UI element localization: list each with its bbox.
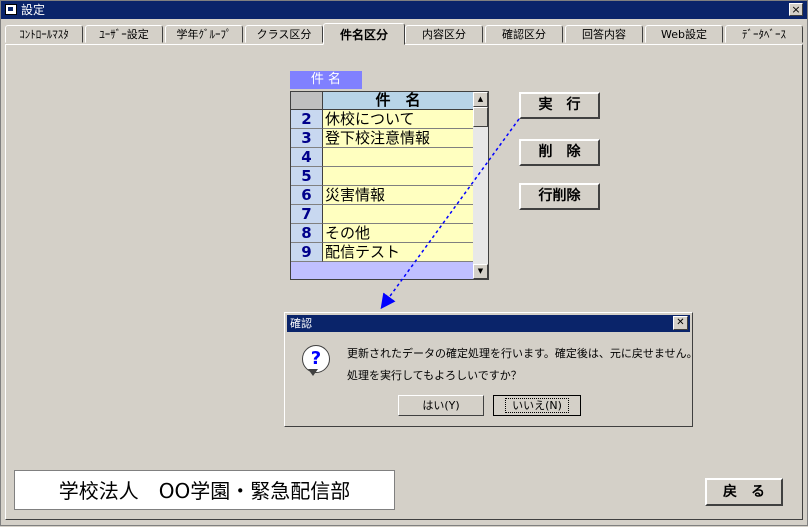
table-row[interactable]: 9 配信テスト	[291, 243, 473, 262]
dialog-title: 確認	[290, 317, 312, 330]
delete-row-button[interactable]: 行削除	[519, 183, 600, 210]
settings-window: 設定 × ｺﾝﾄﾛｰﾙﾏｽﾀ ﾕｰｻﾞｰ設定 学年ｸﾞﾙｰﾌﾟ クラス区分 件名…	[0, 0, 808, 526]
subject-cell[interactable]: 休校について	[323, 110, 473, 129]
row-number: 8	[291, 224, 323, 243]
no-button-label: いいえ(N)	[505, 398, 569, 413]
dialog-close-icon[interactable]: ✕	[673, 316, 688, 330]
subject-cell[interactable]: 災害情報	[323, 186, 473, 205]
subject-cell[interactable]	[323, 205, 473, 224]
subject-cell[interactable]	[323, 148, 473, 167]
table-row[interactable]: 4	[291, 148, 473, 167]
confirm-dialog: 確認 ✕ ? 更新されたデータの確定処理を行います。確定後は、元に戻せません。 …	[284, 312, 698, 427]
execute-button[interactable]: 実 行	[519, 92, 600, 119]
subject-label: 件 名	[290, 71, 362, 89]
tab-class-category[interactable]: クラス区分	[245, 25, 323, 43]
row-number: 3	[291, 129, 323, 148]
delete-button[interactable]: 削 除	[519, 139, 600, 166]
tab-user-settings[interactable]: ﾕｰｻﾞｰ設定	[85, 25, 163, 43]
tab-confirm-category[interactable]: 確認区分	[485, 25, 563, 43]
dialog-title-bar: 確認 ✕	[287, 315, 690, 332]
row-number: 9	[291, 243, 323, 262]
tab-answer-content[interactable]: 回答内容	[565, 25, 643, 43]
no-button[interactable]: いいえ(N)	[493, 395, 581, 416]
subject-cell[interactable]: 登下校注意情報	[323, 129, 473, 148]
close-icon[interactable]: ×	[789, 3, 803, 16]
grid-column-header: 件 名	[323, 92, 473, 110]
scroll-thumb[interactable]	[473, 107, 488, 127]
row-number: 2	[291, 110, 323, 129]
table-row[interactable]: 6 災害情報	[291, 186, 473, 205]
scroll-down-icon[interactable]: ▼	[473, 264, 488, 279]
table-row[interactable]: 7	[291, 205, 473, 224]
question-icon-tail	[308, 369, 318, 376]
scroll-up-icon[interactable]: ▲	[473, 92, 488, 107]
tab-content-category[interactable]: 内容区分	[405, 25, 483, 43]
dialog-message-line1: 更新されたデータの確定処理を行います。確定後は、元に戻せません。	[347, 347, 698, 360]
subject-cell[interactable]: 配信テスト	[323, 243, 473, 262]
tab-grade-group[interactable]: 学年ｸﾞﾙｰﾌﾟ	[165, 25, 243, 43]
subject-cell[interactable]	[323, 167, 473, 186]
vertical-scrollbar[interactable]: ▲ ▼	[473, 92, 488, 279]
table-row[interactable]: 8 その他	[291, 224, 473, 243]
yes-button[interactable]: はい(Y)	[398, 395, 484, 416]
subject-cell[interactable]: その他	[323, 224, 473, 243]
grid-select-all[interactable]	[291, 92, 323, 110]
dialog-message-line2: 処理を実行してもよろしいですか？	[347, 369, 522, 382]
tab-database[interactable]: ﾃﾞｰﾀﾍﾞｰｽ	[725, 25, 803, 43]
title-bar: 設定 ×	[1, 1, 807, 19]
table-row[interactable]: 5	[291, 167, 473, 186]
grid-new-row[interactable]	[291, 262, 473, 279]
tab-control-master[interactable]: ｺﾝﾄﾛｰﾙﾏｽﾀ	[5, 25, 83, 43]
organization-name: 学校法人 OO学園・緊急配信部	[14, 470, 395, 510]
row-number: 7	[291, 205, 323, 224]
back-button[interactable]: 戻 る	[705, 478, 783, 506]
window-title: 設定	[21, 3, 46, 17]
tab-subject-category[interactable]: 件名区分	[323, 23, 405, 45]
table-row[interactable]: 3 登下校注意情報	[291, 129, 473, 148]
row-number: 6	[291, 186, 323, 205]
tab-web-settings[interactable]: Web設定	[645, 25, 723, 43]
subject-grid: 件 名 2 休校について 3 登下校注意情報 4 5 6 災害情報 7 8 その…	[290, 91, 489, 280]
table-row[interactable]: 2 休校について	[291, 110, 473, 129]
app-icon	[5, 4, 17, 15]
row-number: 5	[291, 167, 323, 186]
row-number: 4	[291, 148, 323, 167]
